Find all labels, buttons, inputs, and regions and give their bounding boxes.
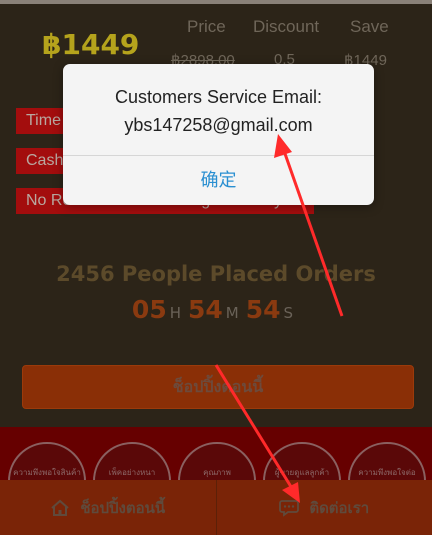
countdown-hours-unit: H	[169, 304, 181, 322]
contact-us-label: ติดต่อเรา	[309, 499, 370, 517]
sale-price: ฿1449	[42, 28, 140, 61]
shop-now-button[interactable]: ช็อปปิ้งตอนนี้	[22, 365, 414, 409]
countdown-seconds-unit: S	[283, 304, 294, 322]
dialog-message: Customers Service Email: ybs147258@gmail…	[63, 64, 374, 156]
orders-count: 2456 People Placed Orders	[56, 262, 376, 286]
dialog-email: ybs147258@gmail.com	[124, 115, 313, 135]
price-label: Price	[187, 17, 226, 36]
bottom-shop-label: ช็อปปิ้งตอนนี้	[80, 499, 166, 517]
contact-us-button[interactable]: ติดต่อเรา	[215, 480, 432, 535]
home-icon	[50, 499, 70, 517]
discount-label: Discount	[253, 17, 320, 36]
dialog-title: Customers Service Email:	[114, 87, 323, 107]
customer-service-dialog: Customers Service Email: ybs147258@gmail…	[63, 64, 374, 205]
countdown-hours: 05	[131, 295, 167, 324]
countdown-minutes: 54	[188, 295, 223, 324]
bottom-shop-now-button[interactable]: ช็อปปิ้งตอนนี้	[0, 480, 216, 535]
countdown-minutes-unit: M	[225, 304, 239, 322]
chat-icon	[279, 499, 300, 517]
top-divider	[0, 0, 432, 4]
feature-badges-strip: ความพึงพอใจสินค้า เพ็คอย่างหนา คุณภาพ ผู…	[0, 427, 432, 487]
save-label: Save	[350, 17, 389, 36]
countdown-seconds: 54	[245, 295, 281, 324]
countdown-timer: 05 H 54 M 54 S	[0, 295, 432, 324]
dialog-ok-button[interactable]: 确定	[63, 156, 374, 204]
bottom-nav: ช็อปปิ้งตอนนี้ ติดต่อเรา	[0, 480, 432, 535]
